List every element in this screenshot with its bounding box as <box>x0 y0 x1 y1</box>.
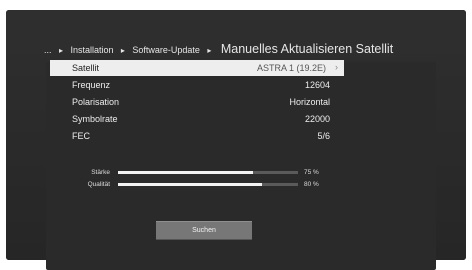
setting-label: Polarisation <box>72 97 120 107</box>
meter-label: Qualität <box>87 181 110 188</box>
chevron-right-icon: › <box>335 62 338 72</box>
meter-percent: 75 % <box>304 169 319 176</box>
setting-value: 12604 <box>304 80 330 90</box>
tv-screen-frame: ... ▸ Installation ▸ Software-Update ▸ M… <box>6 10 466 270</box>
setting-value: 5/6 <box>317 131 330 141</box>
setting-row-polarisation[interactable]: Polarisation Horizontal <box>50 94 344 110</box>
setting-row-frequenz[interactable]: Frequenz 12604 <box>50 77 344 93</box>
meter-label: Stärke <box>91 169 110 176</box>
breadcrumb-separator: ▸ <box>58 46 63 55</box>
meter-fill <box>118 171 253 174</box>
meter-fill <box>118 183 262 186</box>
breadcrumb-separator: ▸ <box>120 46 125 55</box>
setting-label: FEC <box>72 131 90 141</box>
breadcrumb-item-software-update[interactable]: Software-Update <box>132 45 200 55</box>
meter-percent: 80 % <box>304 181 319 188</box>
breadcrumb-separator: ▸ <box>207 46 212 55</box>
signal-quality-meter: Qualität 80 % <box>66 180 356 190</box>
setting-value: ASTRA 1 (19.2E) <box>256 63 326 73</box>
meter-track <box>118 171 298 174</box>
signal-strength-meter: Stärke 75 % <box>66 168 356 178</box>
breadcrumb: ... ▸ Installation ▸ Software-Update ▸ M… <box>44 40 393 58</box>
setting-label: Satellit <box>72 63 100 73</box>
meter-track <box>118 183 298 186</box>
page-title: Manuelles Aktualisieren Satellit <box>220 42 394 56</box>
breadcrumb-item-installation[interactable]: Installation <box>70 45 113 55</box>
setting-value: 22000 <box>304 114 330 124</box>
setting-label: Symbolrate <box>72 114 118 124</box>
setting-row-symbolrate[interactable]: Symbolrate 22000 <box>50 111 344 127</box>
tv-screen: ... ▸ Installation ▸ Software-Update ▸ M… <box>6 10 466 270</box>
setting-row-satellit[interactable]: Satellit ASTRA 1 (19.2E) › <box>50 60 344 76</box>
setting-row-fec[interactable]: FEC 5/6 <box>50 128 344 144</box>
setting-value: Horizontal <box>289 97 330 107</box>
breadcrumb-ellipsis: ... <box>44 45 52 55</box>
search-button[interactable]: Suchen <box>156 221 252 240</box>
setting-label: Frequenz <box>72 80 111 90</box>
